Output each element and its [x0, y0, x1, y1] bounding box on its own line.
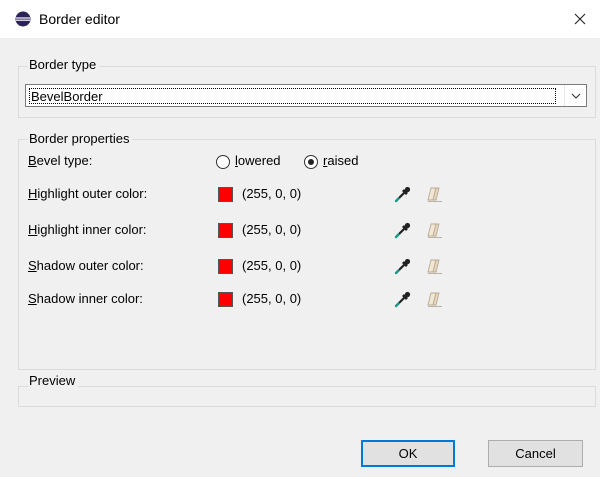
color-row-label: Shadow inner color: — [28, 291, 143, 306]
bevel-raised-radio[interactable] — [304, 155, 318, 169]
color-swatch[interactable] — [218, 187, 233, 202]
color-swatch[interactable] — [218, 292, 233, 307]
eraser-icon[interactable] — [425, 290, 443, 308]
eyedropper-icon[interactable] — [394, 221, 412, 239]
color-row-label: Highlight inner color: — [28, 222, 147, 237]
color-value: (255, 0, 0) — [242, 258, 302, 273]
bevel-type-label: Bevel type: — [28, 153, 93, 168]
title-bar: Border editor — [0, 0, 600, 38]
cancel-button[interactable]: Cancel — [488, 440, 583, 467]
color-row-label: Shadow outer color: — [28, 258, 144, 273]
eraser-icon[interactable] — [425, 257, 443, 275]
color-swatch[interactable] — [218, 259, 233, 274]
combo-dropdown-button[interactable] — [564, 85, 586, 106]
color-swatch[interactable] — [218, 223, 233, 238]
border-type-group-label: Border type — [28, 57, 100, 72]
eraser-icon[interactable] — [425, 185, 443, 203]
preview-group — [18, 386, 596, 407]
border-properties-group-label: Border properties — [28, 131, 133, 146]
chevron-down-icon — [571, 93, 580, 99]
eyedropper-icon[interactable] — [394, 290, 412, 308]
color-value: (255, 0, 0) — [242, 291, 302, 306]
ok-button[interactable]: OK — [361, 440, 455, 467]
border-properties-group — [18, 139, 596, 370]
color-row-label: Highlight outer color: — [28, 186, 148, 201]
eyedropper-icon[interactable] — [394, 257, 412, 275]
eclipse-icon — [15, 11, 31, 27]
preview-group-label: Preview — [28, 373, 79, 388]
border-type-select[interactable]: BevelBorder — [25, 84, 587, 107]
eyedropper-icon[interactable] — [394, 185, 412, 203]
color-value: (255, 0, 0) — [242, 186, 302, 201]
color-value: (255, 0, 0) — [242, 222, 302, 237]
close-button[interactable] — [560, 0, 600, 38]
bevel-lowered-radio[interactable] — [216, 155, 230, 169]
eraser-icon[interactable] — [425, 221, 443, 239]
close-icon — [574, 13, 586, 25]
bevel-raised-label[interactable]: raised — [323, 153, 358, 168]
border-type-selected-value: BevelBorder — [29, 88, 556, 104]
bevel-lowered-label[interactable]: lowered — [235, 153, 281, 168]
window-title: Border editor — [39, 11, 120, 27]
